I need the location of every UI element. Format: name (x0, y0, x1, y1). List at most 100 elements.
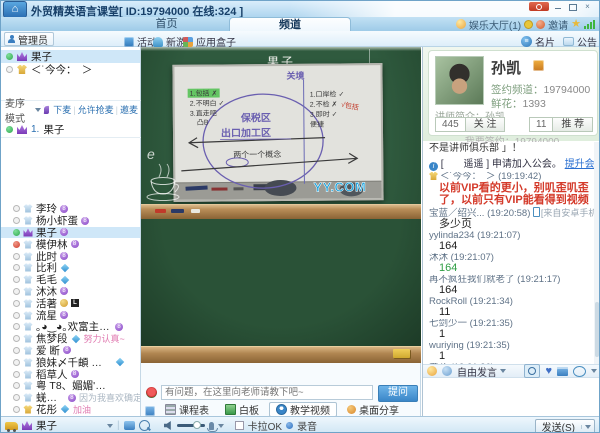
user-list-item[interactable]: 粤 T8、媚媚'篝' 安娜 【天籁歌手】 (1, 380, 140, 392)
user-list-item[interactable]: 活著L (1, 297, 140, 309)
follow-button[interactable]: 445 关 注 (435, 117, 505, 132)
expand-icon[interactable] (145, 406, 155, 416)
sidebar-user-row[interactable]: ＜˙今今： ＞ (1, 63, 140, 76)
chat-scrollbar-thumb[interactable] (595, 302, 599, 357)
user-list-item[interactable]: 焦梦段努力认真~ (1, 333, 140, 345)
speaker-icon[interactable] (164, 421, 173, 430)
recommend-button[interactable]: 11 推 荐 (529, 117, 593, 132)
tab-schedule[interactable]: 课程表 (159, 402, 215, 417)
speak-mode-select[interactable]: 自由发言 (457, 364, 506, 379)
user-list-item[interactable]: 此时8 (1, 250, 140, 262)
presence-dot (13, 406, 20, 413)
presence-dot (13, 264, 20, 271)
user-list-item[interactable]: 狼妹〆千頔 【皇家軍團】 (1, 356, 140, 368)
tab-desktop[interactable]: 桌面分享 (341, 402, 405, 417)
tab-whiteboard[interactable]: 白板 (219, 402, 265, 417)
home-icon[interactable]: ⌂ (3, 1, 27, 18)
tab-label: 白板 (239, 402, 259, 417)
chevron-down-icon[interactable] (107, 424, 113, 428)
medal-badge-icon (60, 299, 68, 307)
blackboard-ledge (141, 346, 421, 363)
chat-message-text: 164 (439, 241, 595, 252)
invite-label[interactable]: 邀请 (548, 17, 568, 32)
yy-classroom-window: ⌂ 外贸精英语言课堂[ ID:19794000 在线:324 ] × 首页 频道… (0, 0, 600, 433)
chat-message: 沐沐 (19:21:07)164 (429, 253, 595, 274)
queue-index: 1. (31, 124, 39, 135)
chevron-down-icon[interactable] (591, 369, 597, 373)
record-icon[interactable] (286, 422, 293, 429)
board-text: 凸B (197, 119, 209, 127)
close-button[interactable]: × (582, 2, 593, 11)
ask-button[interactable]: 提问 (378, 385, 418, 402)
tab-video[interactable]: 教学视频 (269, 402, 337, 417)
power-button[interactable] (529, 2, 549, 11)
mic-mode-label[interactable]: 麦序模式 (5, 95, 33, 125)
content-tab-bar: 课程表 白板教学视频桌面分享 (159, 402, 419, 417)
mic-queue-item[interactable]: 1. 果子 (1, 123, 140, 136)
chat-message-header: 七剑少一 (19:21:35) (429, 319, 595, 329)
board-text: 3.即时 ✓ (310, 109, 338, 118)
user-list-item[interactable]: 沐沐8 (1, 286, 140, 298)
chat-timestamp: (19:19:42) (498, 172, 541, 182)
chat-log[interactable]: 不是讲师俱乐部 」！ i [ 遥遥 ] 申请加入公会。 提升会员 ＜˙今今： ＞… (423, 142, 595, 364)
member-vest-icon (24, 405, 33, 413)
teacher-avatar (435, 56, 484, 105)
karaoke-checkbox[interactable] (235, 421, 244, 430)
send-button[interactable]: 发送(S) (535, 419, 595, 433)
chat-bubble-icon[interactable] (573, 366, 586, 377)
smiley-icon[interactable] (456, 19, 466, 29)
hall-label[interactable]: 娱乐大厅(1) (469, 17, 521, 32)
dice-icon[interactable] (43, 105, 49, 114)
chalk-coffee-art: e (142, 147, 188, 203)
user-list-item[interactable]: ｡◕‿◕｡欢富主？｡8 (1, 321, 140, 333)
minimize-button[interactable] (553, 2, 564, 11)
question-input[interactable] (161, 385, 373, 400)
member-vest-icon (24, 240, 33, 248)
teacher-profile-card: 孙凯 签约频道：19794000 鲜花：1393 讲师简介：孙凯 445 关 注… (428, 50, 598, 136)
teaching-video-area[interactable]: 果子 关境 1.包括 ✗ 2 (141, 47, 421, 363)
emoticon-icon[interactable] (427, 366, 437, 376)
star-icon[interactable]: ★ (571, 19, 581, 29)
user-list-item[interactable]: 杨小虾蛋8 (1, 215, 140, 227)
teacher-profile-area: 孙凯 签约频道：19794000 鲜花：1393 讲师简介：孙凯 445 关 注… (423, 47, 600, 141)
emotion2-icon[interactable] (442, 366, 452, 376)
heart-icon[interactable]: ♥ (545, 366, 552, 376)
user-list-item[interactable]: 比利 (1, 262, 140, 274)
mic-down-link[interactable]: 下麦 (53, 103, 71, 116)
admin-button[interactable]: 管理员 (4, 32, 54, 46)
magnifier-icon[interactable] (139, 420, 150, 431)
p-badge-icon: 8 (81, 217, 89, 225)
user-list-item[interactable]: 花彤加油 (1, 404, 140, 415)
chat-username: ＜˙今今： ＞ (440, 172, 498, 182)
user-list-item[interactable]: 模伊林8 (1, 238, 140, 250)
invite-mic-link[interactable]: 邀麦 (120, 103, 140, 116)
timer-icon[interactable] (524, 364, 540, 378)
tab-home[interactable]: 首页 (129, 17, 204, 31)
camera-icon[interactable] (124, 421, 135, 430)
gift-icon[interactable] (536, 20, 545, 29)
user-list-item[interactable]: 蜣行浔宥8因为我喜欢确定无疑... (1, 392, 140, 404)
volume-knob[interactable] (193, 421, 201, 429)
chat-message: 七剑少一 (19:21:35)1 (429, 319, 595, 340)
upgrade-member-link[interactable]: 提升会员 (565, 159, 595, 170)
allow-grab-mic-link[interactable]: 允许抢麦 (78, 103, 114, 116)
chalk-scribble: e (147, 147, 155, 162)
chalk-red (155, 209, 166, 213)
maximize-button[interactable] (567, 2, 578, 11)
mailbox-icon[interactable] (557, 367, 568, 376)
guild-notice-line: i [ 遥遥 ] 申请加入公会。 提升会员 (429, 155, 595, 171)
chevron-down-icon[interactable] (218, 424, 224, 428)
wall-strip (141, 47, 421, 51)
chevron-down-icon[interactable] (35, 108, 41, 112)
chat-username: wuriying (429, 341, 467, 351)
microphone-icon[interactable] (209, 422, 214, 430)
member-vest-icon (24, 276, 33, 284)
volume-slider[interactable] (177, 424, 205, 427)
user-list-item[interactable]: 毛毛 (1, 274, 140, 286)
p-badge-icon: 8 (60, 228, 68, 236)
coin-icon[interactable] (524, 20, 533, 29)
tab-channel[interactable]: 频道 (229, 17, 351, 32)
user-list-item[interactable]: 果子8 (1, 227, 140, 239)
recommend-label: 推 荐 (552, 117, 593, 132)
vip-car-icon (5, 422, 18, 430)
